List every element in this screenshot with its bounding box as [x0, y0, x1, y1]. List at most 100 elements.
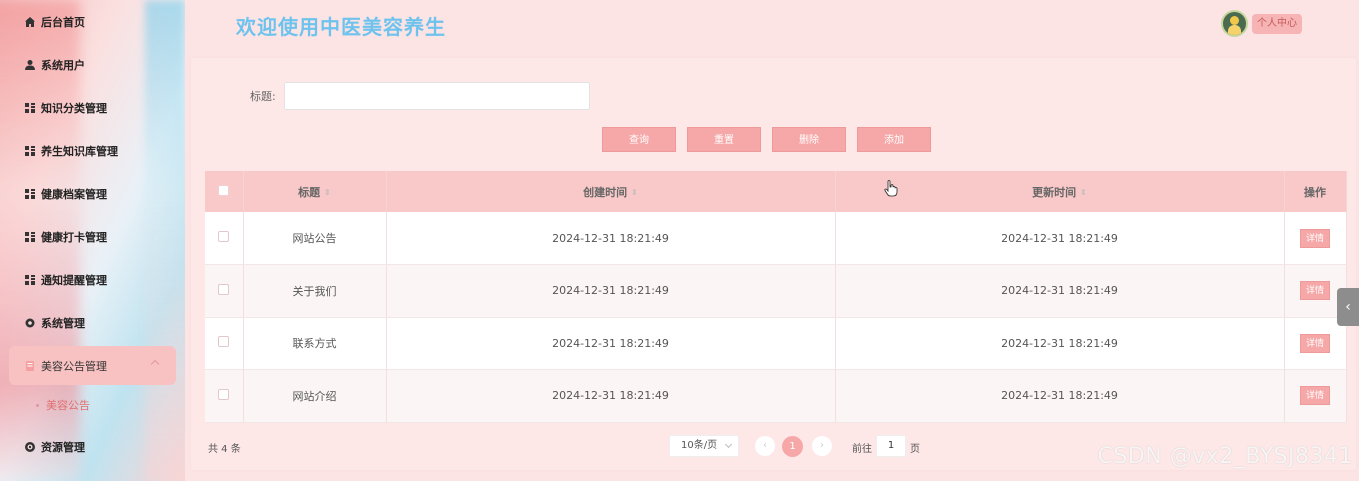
detail-button[interactable]: 详情 [1300, 281, 1330, 301]
row-select-cell [205, 369, 244, 423]
delete-button[interactable]: 删除 [772, 127, 846, 152]
page-size-select[interactable]: 10条/页 [669, 435, 739, 457]
user-center-button[interactable]: 个人中心 [1252, 14, 1302, 34]
cell-created: 2024-12-31 18:21:49 [386, 317, 836, 370]
query-button[interactable]: 查询 [602, 127, 676, 152]
detail-button[interactable]: 详情 [1300, 228, 1330, 248]
title-search-input[interactable] [283, 82, 590, 110]
home-icon [25, 16, 35, 27]
cell-created: 2024-12-31 18:21:49 [386, 212, 836, 265]
sidebar-item-label: 后台首页 [41, 15, 85, 29]
table-row[interactable]: 网站公告 2024-12-31 18:21:49 2024-12-31 18:2… [205, 212, 1347, 265]
bullet-icon [36, 403, 39, 407]
cell-title: 联系方式 [243, 317, 387, 370]
sidebar-item-knowledge-category[interactable]: 知识分类管理 [0, 86, 185, 129]
detail-button[interactable]: 详情 [1300, 333, 1330, 353]
watermark: CSDN @vx2_BYSJ8341 [1097, 444, 1353, 469]
row-checkbox[interactable] [218, 388, 230, 400]
sort-icon[interactable]: ⇕ [1080, 188, 1087, 197]
sidebar: 后台首页 系统用户 知识分类管理 养生知识库管理 健康档案管理 健康打卡管理 通… [0, 0, 185, 481]
collapse-panel-handle[interactable]: ‹ [1337, 288, 1359, 326]
cell-updated: 2024-12-31 18:21:49 [835, 264, 1285, 318]
prev-page-button[interactable]: ‹ [755, 436, 775, 456]
gear-icon [25, 318, 35, 327]
column-header-created[interactable]: 创建时间 ⇕ [386, 171, 836, 212]
table-row[interactable]: 关于我们 2024-12-31 18:21:49 2024-12-31 18:2… [205, 264, 1347, 318]
goto-prefix: 前往 [852, 444, 872, 455]
sidebar-menu: 后台首页 系统用户 知识分类管理 养生知识库管理 健康档案管理 健康打卡管理 通… [0, 0, 185, 468]
search-form: 标题: [250, 82, 590, 110]
goto-page-input[interactable]: 1 [876, 435, 906, 457]
grid-icon [25, 102, 35, 113]
cell-actions: 详情 [1284, 212, 1347, 265]
column-updated-label: 更新时间 [1032, 185, 1077, 199]
detail-button[interactable]: 详情 [1300, 386, 1330, 406]
cell-updated: 2024-12-31 18:21:49 [835, 317, 1285, 370]
column-header-actions: 操作 [1284, 171, 1347, 212]
avatar[interactable] [1221, 10, 1248, 37]
avatar-face [1230, 16, 1239, 25]
sidebar-item-label: 养生知识库管理 [41, 144, 118, 158]
next-page-button[interactable]: › [812, 436, 832, 456]
select-all-checkbox[interactable] [218, 184, 230, 196]
action-buttons: 查询 重置 删除 添加 [602, 127, 931, 152]
column-header-updated[interactable]: 更新时间 ⇕ [835, 171, 1285, 212]
sidebar-subitem-beauty-notice[interactable]: 美容公告 [0, 385, 185, 425]
search-label: 标题: [250, 90, 276, 103]
avatar-body [1228, 25, 1241, 35]
column-actions-label: 操作 [1304, 185, 1326, 199]
sidebar-item-health-records[interactable]: 健康档案管理 [0, 172, 185, 215]
table-header-row: 标题 ⇕ 创建时间 ⇕ 更新时间 ⇕ 操作 [205, 171, 1347, 212]
column-title-label: 标题 [298, 185, 321, 199]
cell-created: 2024-12-31 18:21:49 [386, 264, 836, 318]
sidebar-item-health-knowledge[interactable]: 养生知识库管理 [0, 129, 185, 172]
cell-actions: 详情 [1284, 369, 1347, 423]
sidebar-item-home[interactable]: 后台首页 [0, 0, 185, 43]
select-all-cell [205, 171, 244, 212]
cell-actions: 详情 [1284, 317, 1347, 370]
sidebar-item-label: 系统管理 [41, 316, 85, 330]
cell-created: 2024-12-31 18:21:49 [386, 369, 836, 423]
sort-icon[interactable]: ⇕ [324, 188, 331, 197]
cell-title: 网站公告 [243, 212, 387, 265]
sidebar-item-system[interactable]: 系统管理 [0, 301, 185, 344]
sidebar-item-beauty-notice[interactable]: 美容公告管理 [9, 346, 176, 385]
row-checkbox[interactable] [218, 231, 230, 242]
add-button[interactable]: 添加 [857, 127, 931, 152]
goto-suffix: 页 [910, 444, 920, 455]
row-checkbox[interactable] [218, 336, 230, 348]
reset-button[interactable]: 重置 [687, 127, 761, 152]
sidebar-item-label: 健康档案管理 [41, 187, 107, 201]
sidebar-item-system-users[interactable]: 系统用户 [0, 43, 185, 86]
row-checkbox[interactable] [218, 283, 230, 295]
grid-icon [25, 274, 35, 285]
cell-updated: 2024-12-31 18:21:49 [835, 369, 1285, 423]
chevron-left-icon: ‹ [1345, 299, 1351, 315]
sidebar-item-label: 通知提醒管理 [41, 273, 107, 287]
sidebar-item-label: 知识分类管理 [41, 101, 107, 115]
sidebar-item-label: 资源管理 [41, 440, 85, 454]
grid-icon [25, 188, 35, 199]
top-header: 欢迎使用中医美容养生 个人中心 [185, 0, 1359, 50]
column-created-label: 创建时间 [583, 185, 628, 199]
table-row[interactable]: 网站介绍 2024-12-31 18:21:49 2024-12-31 18:2… [205, 369, 1347, 423]
user-icon [25, 59, 35, 70]
sidebar-item-label: 美容公告管理 [41, 359, 107, 373]
sidebar-item-label: 系统用户 [41, 58, 85, 72]
column-header-title[interactable]: 标题 ⇕ [243, 171, 387, 212]
grid-icon [25, 231, 35, 242]
total-count: 共 4 条 [208, 444, 241, 455]
table-row[interactable]: 联系方式 2024-12-31 18:21:49 2024-12-31 18:2… [205, 317, 1347, 370]
row-select-cell [205, 264, 244, 318]
sidebar-item-notifications[interactable]: 通知提醒管理 [0, 258, 185, 301]
row-select-cell [205, 317, 244, 370]
target-icon [25, 441, 35, 452]
sort-icon[interactable]: ⇕ [631, 188, 638, 197]
sidebar-item-health-checkin[interactable]: 健康打卡管理 [0, 215, 185, 258]
sidebar-item-label: 健康打卡管理 [41, 230, 107, 244]
sidebar-item-resources[interactable]: 资源管理 [0, 425, 185, 468]
page-title: 欢迎使用中医美容养生 [236, 15, 446, 39]
chevron-down-icon [724, 440, 733, 449]
current-page[interactable]: 1 [782, 436, 803, 457]
page-size-value: 10条/页 [681, 440, 718, 451]
